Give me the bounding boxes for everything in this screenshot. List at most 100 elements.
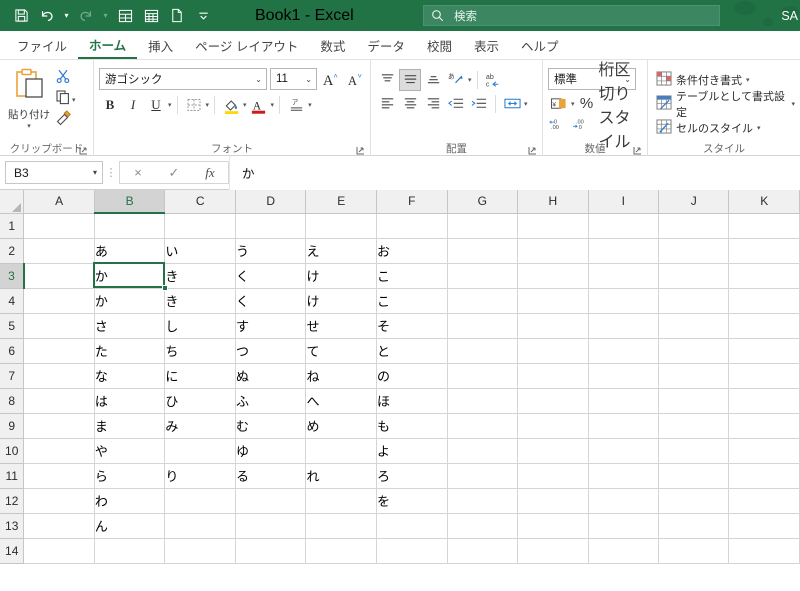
select-all-button[interactable] xyxy=(0,190,25,214)
cell-H7[interactable] xyxy=(517,363,589,389)
align-middle-icon[interactable] xyxy=(399,68,421,91)
row-header-2[interactable]: 2 xyxy=(0,238,25,264)
cell-E10[interactable] xyxy=(305,438,378,464)
cell-D3[interactable]: く xyxy=(235,263,307,289)
cell-E4[interactable]: け xyxy=(305,288,378,314)
cell-I8[interactable] xyxy=(588,388,659,414)
merge-dropdown-icon[interactable]: ▾ xyxy=(524,101,528,108)
underline-dropdown-icon[interactable]: ▾ xyxy=(168,102,172,109)
align-bottom-icon[interactable] xyxy=(422,69,444,91)
copy-dropdown-icon[interactable]: ▾ xyxy=(72,97,76,104)
cell-B5[interactable]: さ xyxy=(94,313,166,339)
format-painter-icon[interactable] xyxy=(55,110,72,131)
cell-E9[interactable]: め xyxy=(305,413,378,439)
cell-G9[interactable] xyxy=(447,413,519,439)
cell-B4[interactable]: か xyxy=(94,288,166,314)
orientation-icon[interactable]: あ xyxy=(445,69,467,91)
cell-D5[interactable]: す xyxy=(235,313,307,339)
cell-I13[interactable] xyxy=(588,513,659,539)
cut-icon[interactable] xyxy=(55,68,71,89)
cell-F14[interactable] xyxy=(376,538,448,564)
row-header-10[interactable]: 10 xyxy=(0,438,25,464)
undo-icon[interactable] xyxy=(34,4,60,28)
cell-K9[interactable] xyxy=(728,413,800,439)
row-header-4[interactable]: 4 xyxy=(0,288,25,314)
row-header-11[interactable]: 11 xyxy=(0,463,25,489)
cell-K4[interactable] xyxy=(728,288,800,314)
cell-A3[interactable] xyxy=(23,263,95,289)
cell-I9[interactable] xyxy=(588,413,659,439)
cell-K10[interactable] xyxy=(728,438,800,464)
cell-J13[interactable] xyxy=(658,513,730,539)
fill-handle[interactable] xyxy=(161,285,168,291)
alignment-dialog-launcher-icon[interactable] xyxy=(527,144,538,155)
column-header-d[interactable]: D xyxy=(235,190,307,214)
align-top-icon[interactable] xyxy=(376,69,398,91)
cell-E14[interactable] xyxy=(305,538,378,564)
cell-F8[interactable]: ほ xyxy=(376,388,448,414)
fill-color-dropdown-icon[interactable]: ▾ xyxy=(243,102,247,109)
cell-C12[interactable] xyxy=(164,488,236,514)
cell-G2[interactable] xyxy=(447,238,519,264)
cell-G11[interactable] xyxy=(447,463,519,489)
cell-A14[interactable] xyxy=(23,538,95,564)
cell-A4[interactable] xyxy=(23,288,95,314)
cell-G6[interactable] xyxy=(447,338,519,364)
cell-D2[interactable]: う xyxy=(235,238,307,264)
cell-C9[interactable]: み xyxy=(164,413,236,439)
cell-E13[interactable] xyxy=(305,513,378,539)
cell-F11[interactable]: ろ xyxy=(376,463,448,489)
column-header-b[interactable]: B xyxy=(94,190,166,214)
row-header-1[interactable]: 1 xyxy=(0,213,25,239)
font-name-chevron-down-icon[interactable]: ⌄ xyxy=(255,75,262,84)
name-box[interactable]: B3 ▾ xyxy=(5,161,103,184)
cell-I6[interactable] xyxy=(588,338,659,364)
cell-A2[interactable] xyxy=(23,238,95,264)
cell-C8[interactable]: ひ xyxy=(164,388,236,414)
cell-B9[interactable]: ま xyxy=(94,413,166,439)
cell-F5[interactable]: そ xyxy=(376,313,448,339)
cell-G7[interactable] xyxy=(447,363,519,389)
cell-C13[interactable] xyxy=(164,513,236,539)
cell-F4[interactable]: こ xyxy=(376,288,448,314)
cell-B2[interactable]: あ xyxy=(94,238,166,264)
cell-I10[interactable] xyxy=(588,438,659,464)
cell-A10[interactable] xyxy=(23,438,95,464)
new-file-icon[interactable] xyxy=(164,4,190,28)
row-header-6[interactable]: 6 xyxy=(0,338,25,364)
cell-E8[interactable]: へ xyxy=(305,388,378,414)
cell-E11[interactable]: れ xyxy=(305,463,378,489)
cell-E1[interactable] xyxy=(305,213,378,239)
cell-C4[interactable]: き xyxy=(164,288,236,314)
italic-button[interactable]: I xyxy=(122,94,144,116)
cell-C11[interactable]: り xyxy=(164,463,236,489)
cell-D4[interactable]: く xyxy=(235,288,307,314)
align-center-icon[interactable] xyxy=(399,93,421,115)
cell-E3[interactable]: け xyxy=(305,263,378,289)
font-color-dropdown-icon[interactable]: ▾ xyxy=(271,102,275,109)
insert-function-icon[interactable]: fx xyxy=(192,162,228,183)
row-header-8[interactable]: 8 xyxy=(0,388,25,414)
cell-A12[interactable] xyxy=(23,488,95,514)
cell-F10[interactable]: よ xyxy=(376,438,448,464)
cell-A5[interactable] xyxy=(23,313,95,339)
borders-icon[interactable] xyxy=(183,94,205,116)
cell-F3[interactable]: こ xyxy=(376,263,448,289)
cell-I14[interactable] xyxy=(588,538,659,564)
fill-color-icon[interactable] xyxy=(220,94,242,116)
cell-E12[interactable] xyxy=(305,488,378,514)
cell-E7[interactable]: ね xyxy=(305,363,378,389)
clipboard-dialog-launcher-icon[interactable] xyxy=(78,144,89,155)
cell-B1[interactable] xyxy=(94,213,166,239)
cell-J10[interactable] xyxy=(658,438,730,464)
cell-H3[interactable] xyxy=(517,263,589,289)
cell-D7[interactable]: ぬ xyxy=(235,363,307,389)
cell-H13[interactable] xyxy=(517,513,589,539)
cell-I3[interactable] xyxy=(588,263,659,289)
row-header-12[interactable]: 12 xyxy=(0,488,25,514)
column-header-k[interactable]: K xyxy=(728,190,800,214)
paste-button[interactable]: 貼り付け ▾ xyxy=(5,66,53,130)
row-header-9[interactable]: 9 xyxy=(0,413,25,439)
column-header-e[interactable]: E xyxy=(305,190,378,214)
tab-view[interactable]: 表示 xyxy=(463,32,510,59)
